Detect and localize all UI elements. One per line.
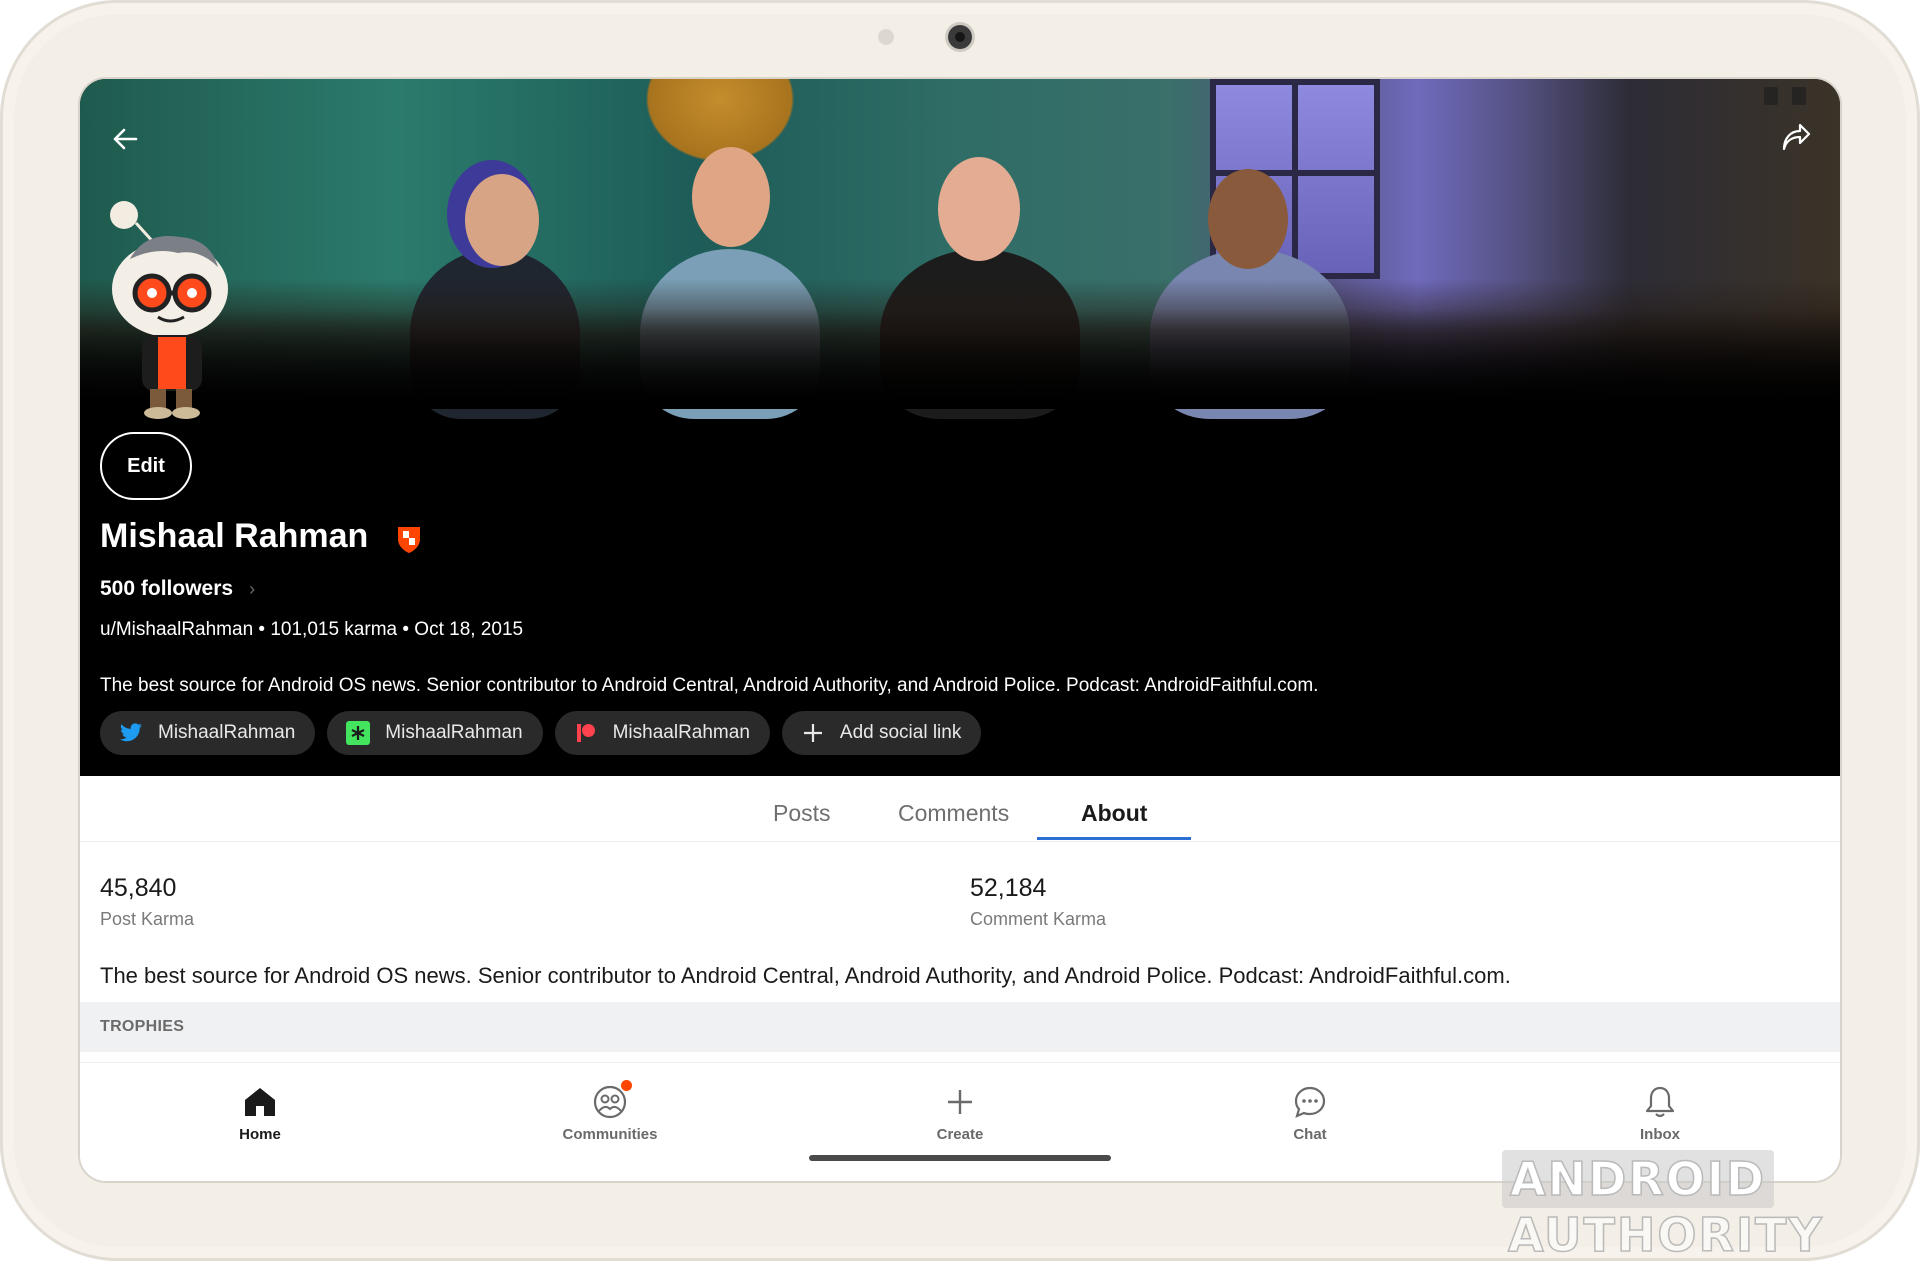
- gesture-home-indicator[interactable]: [809, 1155, 1111, 1161]
- plus-icon: [942, 1084, 978, 1120]
- social-link-twitter[interactable]: MishaalRahman: [100, 711, 316, 755]
- nav-create-label: Create: [936, 1126, 984, 1143]
- banner-person-head: [692, 147, 770, 247]
- share-icon: [1782, 123, 1811, 151]
- nav-inbox[interactable]: Inbox: [1560, 1063, 1760, 1143]
- chevron-right-icon: ›: [249, 578, 256, 599]
- add-social-link-button[interactable]: Add social link: [781, 711, 982, 755]
- profile-bio: The best source for Android OS news. Sen…: [100, 675, 1319, 696]
- trophies-section-header: TROPHIES: [80, 1002, 1840, 1052]
- tab-posts[interactable]: Posts: [773, 800, 831, 827]
- social-link-label: MishaalRahman: [612, 722, 750, 743]
- followers-link[interactable]: 500 followers ›: [100, 577, 255, 601]
- post-karma-value: 45,840: [100, 874, 177, 902]
- post-karma-label: Post Karma: [100, 909, 195, 929]
- chat-icon: [1292, 1084, 1328, 1120]
- profile-meta: u/MishaalRahman • 101,015 karma • Oct 18…: [100, 619, 524, 640]
- watermark-part1: ANDROID: [1502, 1150, 1775, 1208]
- avatar-illustration: [110, 201, 228, 419]
- twitter-icon: [118, 720, 144, 746]
- banner-person-head: [1208, 169, 1288, 269]
- profile-name: Mishaal Rahman: [100, 517, 369, 555]
- nav-home[interactable]: Home: [160, 1063, 360, 1143]
- add-social-link-label: Add social link: [839, 722, 962, 743]
- snoo-avatar[interactable]: [100, 189, 240, 419]
- front-camera: [948, 25, 972, 49]
- social-link-patreon[interactable]: MishaalRahman: [554, 711, 770, 755]
- home-icon: [242, 1084, 278, 1120]
- arrow-left-icon: [113, 128, 138, 150]
- followers-count: 500 followers: [100, 577, 234, 600]
- nav-chat[interactable]: Chat: [1210, 1063, 1410, 1143]
- tab-comments[interactable]: Comments: [898, 800, 1009, 827]
- back-button[interactable]: [106, 119, 146, 159]
- active-tab-indicator: [1037, 837, 1191, 840]
- tablet-frame: Edit Mishaal Rahman 500 followers › u/Mi…: [0, 0, 1920, 1261]
- nav-create[interactable]: Create: [860, 1063, 1060, 1143]
- banner-person-head: [465, 174, 539, 266]
- banner-person-head: [938, 157, 1020, 261]
- comment-karma-value: 52,184: [970, 874, 1047, 902]
- comment-karma-label: Comment Karma: [970, 909, 1107, 929]
- banner-fade: [80, 309, 1840, 409]
- linktree-icon: [345, 720, 371, 746]
- about-description: The best source for Android OS news. Sen…: [100, 963, 1511, 988]
- nav-communities-label: Communities: [562, 1126, 658, 1143]
- communities-icon: [592, 1080, 632, 1120]
- moderator-shield-icon: [395, 524, 423, 554]
- nav-chat-label: Chat: [1293, 1126, 1327, 1143]
- social-link-label: MishaalRahman: [158, 722, 296, 743]
- social-link-label: MishaalRahman: [385, 722, 523, 743]
- profile-tabs: Posts Comments About: [80, 776, 1840, 842]
- social-link-linktree[interactable]: MishaalRahman: [327, 711, 543, 755]
- profile-banner-image: [80, 79, 1840, 419]
- nav-communities[interactable]: Communities: [510, 1063, 710, 1143]
- app-screen: Edit Mishaal Rahman 500 followers › u/Mi…: [80, 79, 1840, 1181]
- nav-inbox-label: Inbox: [1640, 1126, 1680, 1143]
- watermark-part2: AUTHORITY: [1507, 1207, 1824, 1261]
- share-button[interactable]: [1776, 119, 1816, 159]
- battery-icon: [1792, 87, 1806, 105]
- bell-icon: [1642, 1084, 1678, 1120]
- edit-profile-button[interactable]: Edit: [100, 432, 192, 500]
- wifi-icon: [1764, 87, 1778, 105]
- post-karma-stat: 45,840 Post Karma: [100, 874, 194, 930]
- patreon-icon: [573, 720, 599, 746]
- profile-header: Edit Mishaal Rahman 500 followers › u/Mi…: [80, 79, 1840, 776]
- front-sensor: [878, 29, 894, 45]
- social-links: MishaalRahman MishaalRahman MishaalRahma…: [100, 711, 982, 755]
- comment-karma-stat: 52,184 Comment Karma: [970, 874, 1106, 930]
- notification-dot: [621, 1080, 632, 1091]
- android-authority-watermark: ANDROIDAUTHORITY: [1502, 1150, 1920, 1261]
- tab-about[interactable]: About: [1081, 800, 1147, 827]
- plus-icon: [800, 720, 826, 746]
- status-bar-icons: [1764, 87, 1806, 105]
- trophies-label: TROPHIES: [100, 1018, 185, 1035]
- nav-home-label: Home: [239, 1126, 281, 1143]
